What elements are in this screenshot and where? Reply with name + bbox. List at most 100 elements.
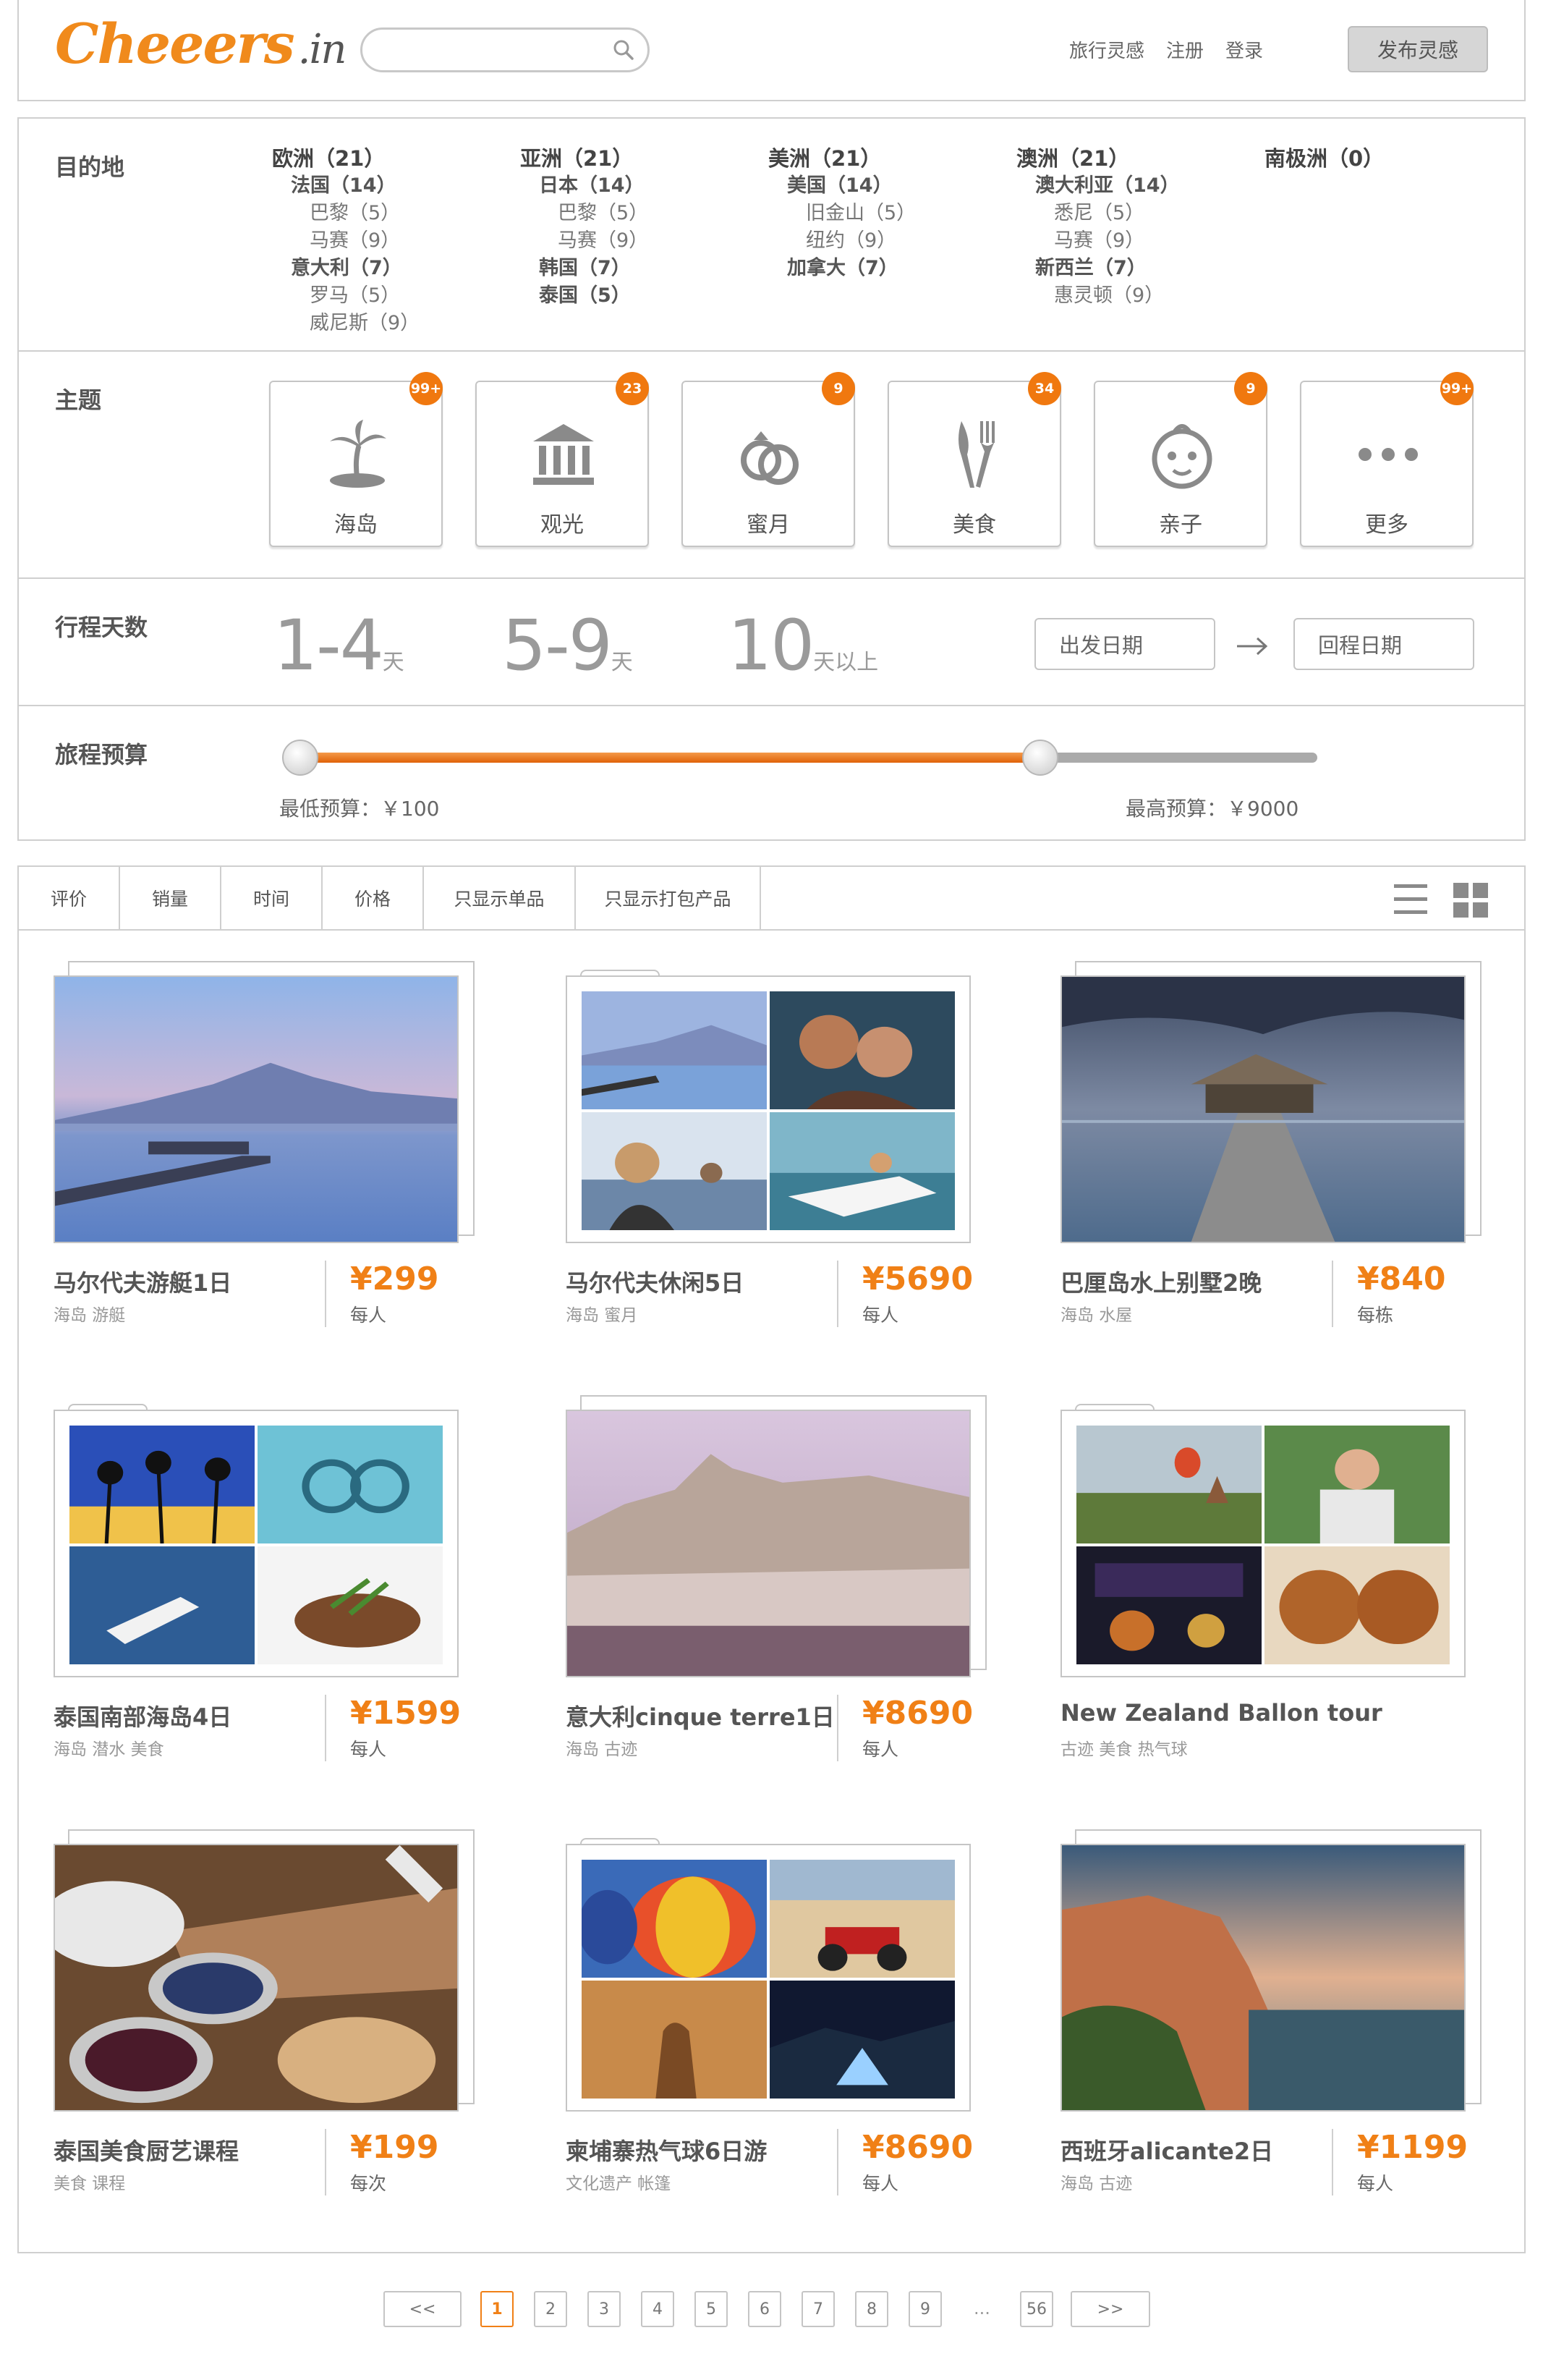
sort-tab-rating[interactable]: 评价 (19, 867, 120, 929)
country-link[interactable]: 澳大利亚（14） (1035, 172, 1180, 200)
product-card[interactable]: 巴厘岛水上别墅2晚 海岛 水屋 ¥840 每栋 (1060, 961, 1482, 1352)
top-header: Cheeers .in 旅行灵感 注册 登录 发布灵感 (17, 0, 1526, 101)
continent-name[interactable]: 亚洲（21） (520, 145, 648, 172)
return-date-button[interactable]: 回程日期 (1293, 618, 1474, 670)
nav-login-link[interactable]: 登录 (1225, 36, 1263, 63)
budget-max-handle[interactable] (1021, 740, 1058, 776)
pagination-page-8[interactable]: 8 (855, 2291, 888, 2327)
city-link[interactable]: 惠灵顿（9） (1054, 282, 1180, 310)
product-title[interactable]: 泰国美食厨艺课程 (54, 2133, 239, 2167)
city-link[interactable]: 罗马（5） (310, 282, 420, 310)
product-title[interactable]: 西班牙alicante2日 (1060, 2133, 1273, 2167)
grid-view-icon[interactable] (1453, 883, 1488, 918)
product-card[interactable]: New Zealand Ballon tour 古迹 美食 热气球 (1060, 1395, 1466, 1786)
search-icon[interactable] (613, 39, 634, 61)
country-link[interactable]: 泰国（5） (539, 282, 648, 310)
publish-inspiration-button[interactable]: 发布灵感 (1348, 26, 1488, 72)
product-card[interactable]: 意大利cinque terre1日 海岛 古迹 ¥8690 每人 (566, 1395, 987, 1786)
days-option-5-9[interactable]: 5-9天 (502, 605, 633, 686)
product-photo[interactable] (54, 1844, 459, 2112)
days-option-1-4[interactable]: 1-4天 (273, 605, 404, 686)
product-photo[interactable] (566, 1410, 971, 1677)
theme-card-island[interactable]: 海岛 99+ (269, 372, 443, 547)
theme-card-food[interactable]: 美食 34 (888, 372, 1061, 547)
budget-row: 旅程预算 最低预算：￥100 最高预算：￥9000 (19, 706, 1524, 842)
product-photo-collage[interactable] (566, 975, 971, 1243)
theme-card-family[interactable]: 亲子 9 (1094, 372, 1267, 547)
product-card[interactable]: 泰国南部海岛4日 海岛 潜水 美食 ¥1599 每人 (54, 1395, 461, 1786)
product-title[interactable]: 马尔代夫休闲5日 (566, 1265, 744, 1298)
pagination-page-6[interactable]: 6 (748, 2291, 781, 2327)
list-view-icon[interactable] (1393, 881, 1429, 918)
pagination-next[interactable]: >> (1071, 2291, 1150, 2327)
country-link[interactable]: 意大利（7） (291, 255, 420, 282)
product-photo[interactable] (54, 975, 459, 1243)
city-link[interactable]: 旧金山（5） (806, 200, 916, 227)
pagination-page-1[interactable]: 1 (480, 2291, 514, 2327)
city-link[interactable]: 马赛（9） (310, 227, 420, 255)
theme-card-more[interactable]: 更多 99+ (1300, 372, 1474, 547)
product-title[interactable]: New Zealand Ballon tour (1060, 1699, 1382, 1727)
theme-row: 主题 海岛 99+ 观光 23 蜜月 9 美食 34 亲子 9 更多 99+ (19, 352, 1524, 579)
product-title[interactable]: 巴厘岛水上别墅2晚 (1060, 1265, 1262, 1298)
pagination-page-3[interactable]: 3 (587, 2291, 621, 2327)
product-photo-collage[interactable] (1060, 1410, 1466, 1677)
search-box[interactable] (360, 27, 650, 72)
pagination-page-4[interactable]: 4 (641, 2291, 674, 2327)
search-input[interactable] (380, 37, 597, 63)
product-photo-collage[interactable] (566, 1844, 971, 2112)
city-link[interactable]: 马赛（9） (1054, 227, 1180, 255)
city-link[interactable]: 悉尼（5） (1054, 200, 1180, 227)
sort-tab-package-only[interactable]: 只显示打包产品 (576, 867, 761, 929)
product-photo[interactable] (1060, 975, 1466, 1243)
pagination-page-5[interactable]: 5 (694, 2291, 728, 2327)
city-link[interactable]: 巴黎（5） (558, 200, 648, 227)
days-option-10-plus[interactable]: 10天以上 (728, 605, 878, 686)
pagination-page-last[interactable]: 56 (1020, 2291, 1053, 2327)
product-tags: 海岛 潜水 美食 (54, 1740, 164, 1759)
continent-name[interactable]: 南极洲（0） (1264, 145, 1384, 172)
country-link[interactable]: 美国（14） (787, 172, 916, 200)
sort-tab-single-only[interactable]: 只显示单品 (424, 867, 576, 929)
country-link[interactable]: 加拿大（7） (787, 255, 916, 282)
country-link[interactable]: 法国（14） (291, 172, 420, 200)
sort-tab-sales[interactable]: 销量 (120, 867, 221, 929)
product-card[interactable]: 泰国美食厨艺课程 美食 课程 ¥199 每次 (54, 1829, 475, 2220)
product-title[interactable]: 柬埔寨热气球6日游 (566, 2133, 767, 2167)
city-link[interactable]: 威尼斯（9） (310, 310, 420, 337)
theme-card-sightseeing[interactable]: 观光 23 (475, 372, 649, 547)
product-photo-collage[interactable] (54, 1410, 459, 1677)
product-card[interactable]: 西班牙alicante2日 海岛 古迹 ¥1199 每人 (1060, 1829, 1482, 2220)
site-logo[interactable]: Cheeers .in (55, 12, 347, 76)
country-link[interactable]: 日本（14） (539, 172, 648, 200)
pagination-page-9[interactable]: 9 (909, 2291, 942, 2327)
product-title[interactable]: 马尔代夫游艇1日 (54, 1265, 231, 1298)
continent-antarctica: 南极洲（0） (1264, 145, 1384, 172)
sort-tab-price[interactable]: 价格 (323, 867, 424, 929)
pagination-prev[interactable]: << (383, 2291, 462, 2327)
product-card[interactable]: 柬埔寨热气球6日游 文化遗产 帐篷 ¥8690 每人 (566, 1829, 973, 2220)
product-card[interactable]: 马尔代夫休闲5日 海岛 蜜月 ¥5690 每人 (566, 961, 973, 1352)
product-title[interactable]: 意大利cinque terre1日 (566, 1699, 835, 1732)
depart-date-button[interactable]: 出发日期 (1034, 618, 1215, 670)
nav-register-link[interactable]: 注册 (1166, 36, 1204, 63)
baby-face-icon (1152, 424, 1212, 489)
city-link[interactable]: 巴黎（5） (310, 200, 420, 227)
sort-tab-time[interactable]: 时间 (221, 867, 323, 929)
country-link[interactable]: 韩国（7） (539, 255, 648, 282)
continent-name[interactable]: 澳洲（21） (1016, 145, 1180, 172)
continent-name[interactable]: 美洲（21） (768, 145, 916, 172)
product-card[interactable]: 马尔代夫游艇1日 海岛 游艇 ¥299 每人 (54, 961, 475, 1352)
nav-inspiration-link[interactable]: 旅行灵感 (1069, 36, 1144, 63)
country-link[interactable]: 新西兰（7） (1035, 255, 1180, 282)
theme-card-honeymoon[interactable]: 蜜月 9 (681, 372, 855, 547)
city-link[interactable]: 纽约（9） (806, 227, 916, 255)
budget-min-handle[interactable] (282, 740, 318, 776)
continent-name[interactable]: 欧洲（21） (272, 145, 420, 172)
pagination-page-2[interactable]: 2 (534, 2291, 567, 2327)
product-title[interactable]: 泰国南部海岛4日 (54, 1699, 231, 1732)
pagination-page-7[interactable]: 7 (802, 2291, 835, 2327)
product-photo[interactable] (1060, 1844, 1466, 2112)
city-link[interactable]: 马赛（9） (558, 227, 648, 255)
budget-slider-track[interactable] (290, 753, 1317, 763)
